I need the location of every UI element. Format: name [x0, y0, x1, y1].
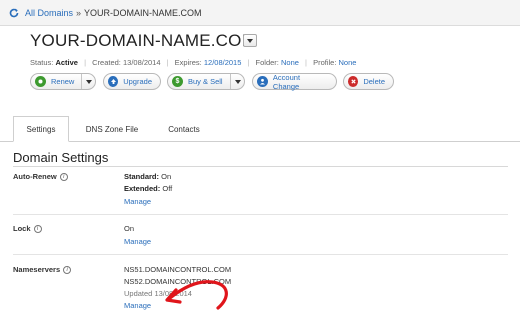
lock-label: Lock i	[13, 224, 42, 233]
auto-renew-extended: Extended: Off	[124, 184, 172, 193]
refresh-icon[interactable]	[8, 7, 20, 19]
breadcrumb-all-domains-link[interactable]: All Domains	[25, 8, 73, 18]
auto-renew-standard: Standard: On	[124, 172, 171, 181]
expires-label: Expires:	[174, 58, 202, 67]
chevron-down-icon	[85, 79, 92, 84]
row-divider	[13, 254, 508, 255]
upgrade-label: Upgrade	[123, 77, 152, 86]
page-title: YOUR-DOMAIN-NAME.COM	[30, 31, 256, 50]
tab-dns-zone-file[interactable]: DNS Zone File	[70, 116, 154, 142]
renew-dropdown[interactable]	[81, 74, 95, 89]
extended-value: Off	[162, 184, 173, 193]
profile-label: Profile:	[313, 58, 337, 67]
buy-sell-dropdown[interactable]	[230, 74, 244, 89]
section-divider	[13, 166, 508, 167]
user-icon	[257, 76, 268, 87]
info-icon[interactable]: i	[59, 172, 68, 181]
auto-renew-manage-link[interactable]: Manage	[124, 197, 151, 206]
expires-value-link[interactable]: 12/08/2015	[204, 58, 242, 67]
info-icon[interactable]: i	[33, 224, 42, 233]
profile-value-link[interactable]: None	[339, 58, 357, 67]
upgrade-icon	[108, 76, 119, 87]
buy-sell-label: Buy & Sell	[188, 77, 223, 86]
lock-value: On	[124, 224, 135, 233]
tab-contacts[interactable]: Contacts	[154, 116, 214, 142]
delete-label: Delete	[363, 77, 385, 86]
renew-button[interactable]: Renew	[30, 73, 96, 90]
info-icon[interactable]: i	[63, 265, 72, 274]
chevron-down-icon	[234, 79, 241, 84]
meta-separator: |	[84, 58, 87, 67]
standard-value: On	[161, 172, 172, 181]
dollar-icon: $	[172, 76, 183, 87]
delete-button[interactable]: Delete	[343, 73, 394, 90]
meta-separator: |	[247, 58, 250, 67]
breadcrumb-separator: »	[76, 7, 82, 18]
folder-value-link[interactable]: None	[281, 58, 299, 67]
auto-renew-label-text: Auto-Renew	[13, 172, 57, 181]
chevron-down-icon	[247, 38, 253, 43]
buy-sell-button[interactable]: $ Buy & Sell	[167, 73, 245, 90]
delete-icon	[348, 76, 359, 87]
domain-options-dropdown[interactable]	[243, 34, 257, 47]
account-change-button[interactable]: Account Change	[252, 72, 337, 91]
renew-label: Renew	[51, 77, 75, 86]
nameservers-label: Nameservers i	[13, 265, 72, 274]
lock-label-text: Lock	[13, 224, 31, 233]
renew-icon	[35, 76, 46, 87]
tab-settings[interactable]: Settings	[13, 116, 69, 142]
row-divider	[13, 214, 508, 215]
status-value: Active	[55, 58, 78, 67]
nameservers-label-text: Nameservers	[13, 265, 61, 274]
domain-meta: Status: Active | Created: 13/08/2014 | E…	[30, 58, 356, 67]
breadcrumb: All Domains » YOUR-DOMAIN-NAME.COM	[0, 0, 520, 26]
folder-label: Folder:	[255, 58, 279, 67]
auto-renew-label: Auto-Renew i	[13, 172, 68, 181]
status-label: Status:	[30, 58, 54, 67]
breadcrumb-current: YOUR-DOMAIN-NAME.COM	[84, 7, 202, 18]
account-change-label: Account Change	[272, 72, 301, 91]
meta-separator: |	[305, 58, 307, 67]
created-value: 13/08/2014	[122, 58, 161, 67]
annotation-arrow-icon	[165, 280, 228, 310]
meta-separator: |	[166, 58, 169, 67]
lock-manage-link[interactable]: Manage	[124, 237, 151, 246]
created-label: Created:	[92, 58, 121, 67]
upgrade-button[interactable]: Upgrade	[103, 73, 161, 90]
section-title: Domain Settings	[13, 150, 109, 165]
extended-label: Extended:	[124, 184, 161, 193]
standard-label: Standard:	[124, 172, 160, 181]
